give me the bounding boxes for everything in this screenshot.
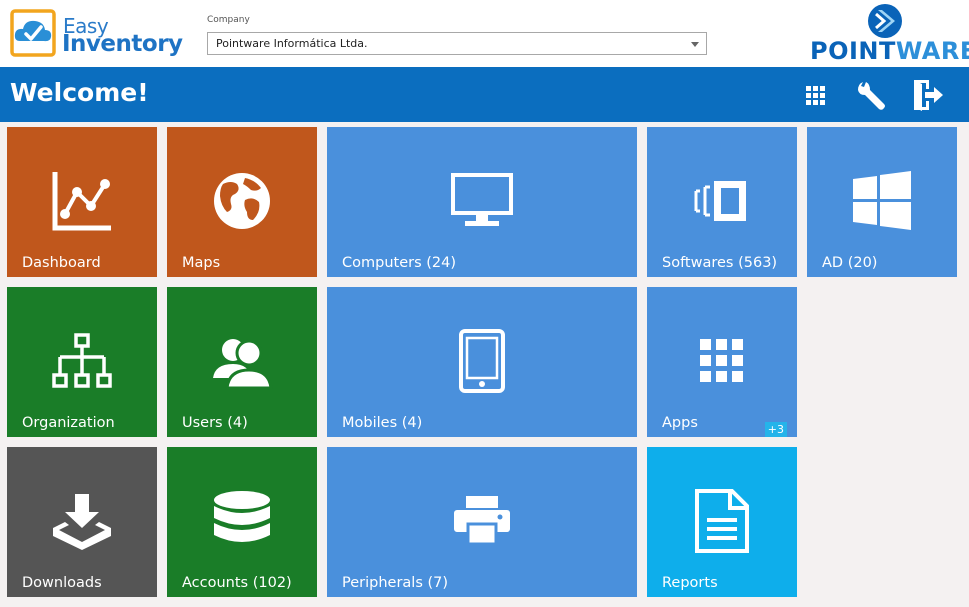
brand-ware: WARE bbox=[895, 37, 969, 65]
easy-inventory-logo[interactable]: Easy Inventory bbox=[10, 5, 183, 60]
tile-maps[interactable]: Maps bbox=[167, 127, 317, 277]
tile-organization[interactable]: Organization bbox=[7, 287, 157, 437]
tile-label: Peripherals (7) bbox=[342, 575, 449, 591]
top-bar: Easy Inventory Company Pointware Informá… bbox=[0, 0, 969, 67]
org-chart-icon bbox=[7, 325, 157, 397]
tile-softwares[interactable]: Softwares (563) bbox=[647, 127, 797, 277]
tile-label: Softwares (563) bbox=[662, 255, 778, 271]
tile-label: Organization bbox=[22, 415, 115, 431]
pointware-wordmark: POINTWARE bbox=[810, 37, 969, 65]
tile-reports[interactable]: Reports bbox=[647, 447, 797, 597]
users-icon bbox=[167, 325, 317, 397]
tile-apps[interactable]: Apps +3 bbox=[647, 287, 797, 437]
page-title: Welcome! bbox=[10, 78, 149, 107]
download-icon bbox=[7, 485, 157, 557]
tablet-icon bbox=[327, 325, 637, 397]
tile-label: Computers (24) bbox=[342, 255, 457, 271]
printer-icon bbox=[327, 485, 637, 557]
tile-label: Maps bbox=[182, 255, 221, 271]
wrench-icon[interactable] bbox=[855, 79, 889, 111]
globe-icon bbox=[167, 165, 317, 237]
header-bar: Welcome! bbox=[0, 67, 969, 122]
company-select[interactable]: Pointware Informática Ltda. bbox=[207, 32, 707, 55]
tile-label: Apps bbox=[662, 415, 698, 431]
apps-grid-icon bbox=[647, 325, 797, 397]
logout-icon[interactable] bbox=[911, 79, 945, 111]
chevron-down-icon bbox=[691, 42, 699, 47]
company-select-value: Pointware Informática Ltda. bbox=[216, 37, 368, 50]
tile-mobiles[interactable]: Mobiles (4) bbox=[327, 287, 637, 437]
logo-word-inventory: Inventory bbox=[62, 31, 183, 57]
apps-grid-icon[interactable] bbox=[800, 79, 834, 111]
database-icon bbox=[167, 485, 317, 557]
tile-dashboard[interactable]: Dashboard bbox=[7, 127, 157, 277]
tile-users[interactable]: Users (4) bbox=[167, 287, 317, 437]
pointware-chevron-icon bbox=[868, 4, 902, 38]
software-icon bbox=[647, 165, 797, 237]
tile-computers[interactable]: Computers (24) bbox=[327, 127, 637, 277]
tile-ad[interactable]: AD (20) bbox=[807, 127, 957, 277]
monitor-icon bbox=[327, 165, 637, 237]
tile-label: Mobiles (4) bbox=[342, 415, 423, 431]
pointware-logo: POINTWARE bbox=[810, 2, 969, 65]
windows-icon bbox=[807, 165, 957, 237]
brand-point: POINT bbox=[810, 37, 896, 65]
document-icon bbox=[647, 485, 797, 557]
tile-label: Reports bbox=[662, 575, 718, 591]
tile-accounts[interactable]: Accounts (102) bbox=[167, 447, 317, 597]
tile-label: Accounts (102) bbox=[182, 575, 292, 591]
tile-label: Dashboard bbox=[22, 255, 101, 271]
tile-downloads[interactable]: Downloads bbox=[7, 447, 157, 597]
tile-label: Users (4) bbox=[182, 415, 248, 431]
count-badge: +3 bbox=[764, 422, 787, 437]
chart-line-icon bbox=[7, 165, 157, 237]
cloud-check-icon bbox=[10, 9, 56, 57]
tile-peripherals[interactable]: Peripherals (7) bbox=[327, 447, 637, 597]
tile-label: AD (20) bbox=[822, 255, 878, 271]
company-label: Company bbox=[207, 15, 250, 25]
tile-label: Downloads bbox=[22, 575, 102, 591]
